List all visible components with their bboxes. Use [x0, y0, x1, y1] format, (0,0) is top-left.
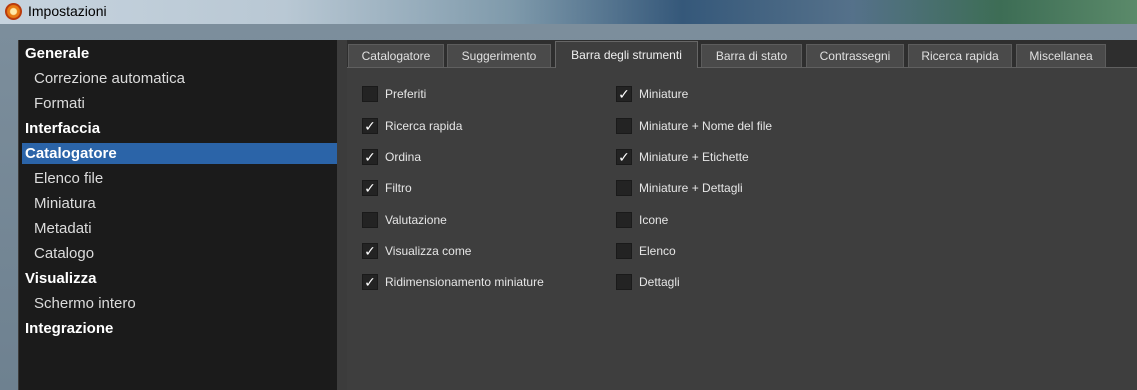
sidebar-item-interfaccia[interactable]: Interfaccia — [19, 118, 341, 139]
option-label: Ordina — [385, 150, 422, 164]
option-label: Preferiti — [385, 87, 427, 101]
tab-contrassegni[interactable]: Contrassegni — [806, 44, 904, 67]
checkbox[interactable]: ✓ — [362, 149, 378, 165]
sidebar-item-generale[interactable]: Generale — [19, 43, 341, 64]
app-icon — [5, 3, 22, 20]
checkbox[interactable] — [616, 212, 632, 228]
tab-barra-di-stato[interactable]: Barra di stato — [701, 44, 802, 67]
option-label: Miniature + Nome del file — [639, 119, 773, 133]
option-label: Valutazione — [385, 213, 447, 227]
sidebar-item-integrazione[interactable]: Integrazione — [19, 318, 341, 339]
window-title: Impostazioni — [28, 3, 107, 19]
option-label: Filtro — [385, 181, 412, 195]
tab-barra-degli-strumenti[interactable]: Barra degli strumenti — [555, 41, 698, 68]
tab-suggerimento[interactable]: Suggerimento — [447, 44, 551, 67]
option-label: Ridimensionamento miniature — [385, 275, 544, 289]
option-label: Ricerca rapida — [385, 119, 463, 133]
checkbox[interactable] — [616, 180, 632, 196]
checkbox[interactable] — [362, 86, 378, 102]
tab-ricerca-rapida[interactable]: Ricerca rapida — [908, 44, 1012, 67]
checkbox[interactable]: ✓ — [362, 180, 378, 196]
checkbox[interactable]: ✓ — [362, 118, 378, 134]
option-label: Icone — [639, 213, 669, 227]
sidebar-item-miniatura[interactable]: Miniatura — [19, 193, 350, 214]
option-label: Miniature — [639, 87, 689, 101]
settings-panel — [347, 40, 1137, 390]
checkbox[interactable]: ✓ — [362, 274, 378, 290]
checkbox[interactable] — [616, 243, 632, 259]
sidebar-item-catalogatore[interactable]: Catalogatore — [22, 143, 337, 164]
tab-catalogatore[interactable]: Catalogatore — [348, 44, 444, 67]
tab-content-border — [347, 67, 1137, 68]
sidebar-item-visualizza[interactable]: Visualizza — [19, 268, 341, 289]
sidebar-item-elenco-file[interactable]: Elenco file — [19, 168, 350, 189]
checkbox[interactable]: ✓ — [616, 86, 632, 102]
option-label: Dettagli — [639, 275, 680, 289]
checkbox[interactable]: ✓ — [362, 243, 378, 259]
title-bar: Impostazioni — [0, 0, 1137, 24]
settings-sidebar: Generale Correzione automatica Formati I… — [19, 40, 337, 390]
checkbox[interactable] — [616, 274, 632, 290]
checkbox[interactable] — [362, 212, 378, 228]
sidebar-item-catalogo[interactable]: Catalogo — [19, 243, 350, 264]
option-label: Visualizza come — [385, 244, 472, 258]
option-label: Elenco — [639, 244, 676, 258]
option-label: Miniature + Dettagli — [639, 181, 743, 195]
sidebar-item-formati[interactable]: Formati — [19, 93, 350, 114]
option-label: Miniature + Etichette — [639, 150, 749, 164]
sidebar-item-schermo-intero[interactable]: Schermo intero — [19, 293, 350, 314]
checkbox[interactable] — [616, 118, 632, 134]
sidebar-item-correzione-automatica[interactable]: Correzione automatica — [19, 68, 350, 89]
tab-miscellanea[interactable]: Miscellanea — [1016, 44, 1106, 67]
checkbox[interactable]: ✓ — [616, 149, 632, 165]
sidebar-item-metadati[interactable]: Metadati — [19, 218, 350, 239]
